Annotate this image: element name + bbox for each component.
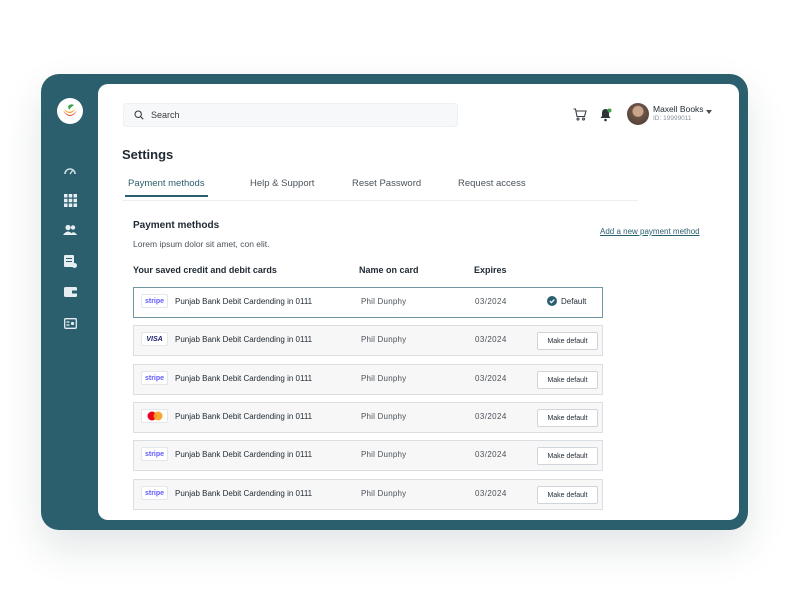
card-name: Punjab Bank Debit Cardending in 0111	[175, 297, 313, 306]
card-name: Punjab Bank Debit Cardending in 0111	[175, 450, 313, 459]
card-row[interactable]: stripe Punjab Bank Debit Cardending in 0…	[133, 364, 603, 395]
make-default-button[interactable]: Make default	[537, 409, 598, 427]
section-title: Payment methods	[133, 220, 220, 231]
card-expiry: 03/2024	[475, 335, 507, 344]
stripe-logo-icon: stripe	[141, 371, 168, 385]
check-circle-icon	[547, 296, 557, 306]
user-id: ID: 19999011	[653, 115, 692, 122]
tab-help-support[interactable]: Help & Support	[250, 178, 314, 189]
card-name: Punjab Bank Debit Cardending in 0111	[175, 335, 313, 344]
settings-tabs: Payment methods Help & Support Reset Pas…	[122, 176, 638, 201]
card-holder: Phil Dunphy	[361, 297, 407, 306]
card-expiry: 03/2024	[475, 297, 507, 306]
visa-logo-icon: VISA	[141, 332, 168, 346]
card-holder: Phil Dunphy	[361, 412, 407, 421]
card-holder: Phil Dunphy	[361, 450, 407, 459]
dashboard-gauge-icon[interactable]	[63, 164, 77, 178]
card-holder: Phil Dunphy	[361, 335, 407, 344]
stripe-logo-icon: stripe	[141, 486, 168, 500]
stripe-logo-icon: stripe	[141, 294, 168, 308]
card-name: Punjab Bank Debit Cardending in 0111	[175, 489, 313, 498]
column-header-expires: Expires	[474, 265, 507, 275]
column-header-holder: Name on card	[359, 265, 419, 275]
notification-bell-icon[interactable]	[599, 108, 613, 122]
card-holder: Phil Dunphy	[361, 489, 407, 498]
default-badge: Default	[547, 296, 586, 306]
card-name: Punjab Bank Debit Cardending in 0111	[175, 412, 313, 421]
users-icon[interactable]	[63, 223, 77, 237]
card-row[interactable]: VISA Punjab Bank Debit Cardending in 011…	[133, 325, 603, 356]
tab-request-access[interactable]: Request access	[458, 178, 526, 189]
mastercard-logo-icon	[141, 409, 168, 423]
id-card-icon[interactable]	[63, 316, 77, 330]
card-row[interactable]: stripe Punjab Bank Debit Cardending in 0…	[133, 287, 603, 318]
search-input[interactable]	[151, 110, 431, 120]
make-default-button[interactable]: Make default	[537, 371, 598, 389]
avatar[interactable]	[627, 103, 649, 125]
cart-icon[interactable]	[573, 108, 587, 122]
card-expiry: 03/2024	[475, 489, 507, 498]
make-default-button[interactable]: Make default	[537, 486, 598, 504]
default-label: Default	[561, 296, 587, 306]
apps-grid-icon[interactable]	[63, 193, 77, 207]
user-name: Maxell Books	[653, 104, 704, 114]
card-holder: Phil Dunphy	[361, 374, 407, 383]
make-default-button[interactable]: Make default	[537, 447, 598, 465]
card-row[interactable]: Punjab Bank Debit Cardending in 0111 Phi…	[133, 402, 603, 433]
add-payment-method-link[interactable]: Add a new payment method	[600, 227, 700, 236]
stripe-logo-icon: stripe	[141, 447, 168, 461]
search-bar[interactable]	[123, 103, 458, 127]
search-icon	[134, 110, 144, 120]
tab-reset-password[interactable]: Reset Password	[352, 178, 421, 189]
card-name: Punjab Bank Debit Cardending in 0111	[175, 374, 313, 383]
card-expiry: 03/2024	[475, 450, 507, 459]
page-title: Settings	[122, 147, 174, 162]
column-header-card: Your saved credit and debit cards	[133, 265, 277, 275]
chevron-down-icon[interactable]	[706, 110, 712, 114]
card-row[interactable]: stripe Punjab Bank Debit Cardending in 0…	[133, 440, 603, 471]
card-row[interactable]: stripe Punjab Bank Debit Cardending in 0…	[133, 479, 603, 510]
main-panel: Maxell Books ID: 19999011 Settings Payme…	[98, 84, 739, 520]
wallet-icon[interactable]	[63, 285, 77, 299]
tab-payment-methods[interactable]: Payment methods	[125, 178, 208, 197]
make-default-button[interactable]: Make default	[537, 332, 598, 350]
section-subtitle: Lorem ipsum dolor sit amet, con elit.	[133, 239, 270, 249]
billing-icon[interactable]	[63, 254, 77, 268]
app-logo[interactable]	[57, 98, 83, 124]
card-expiry: 03/2024	[475, 412, 507, 421]
app-logo-icon	[63, 104, 77, 116]
card-expiry: 03/2024	[475, 374, 507, 383]
